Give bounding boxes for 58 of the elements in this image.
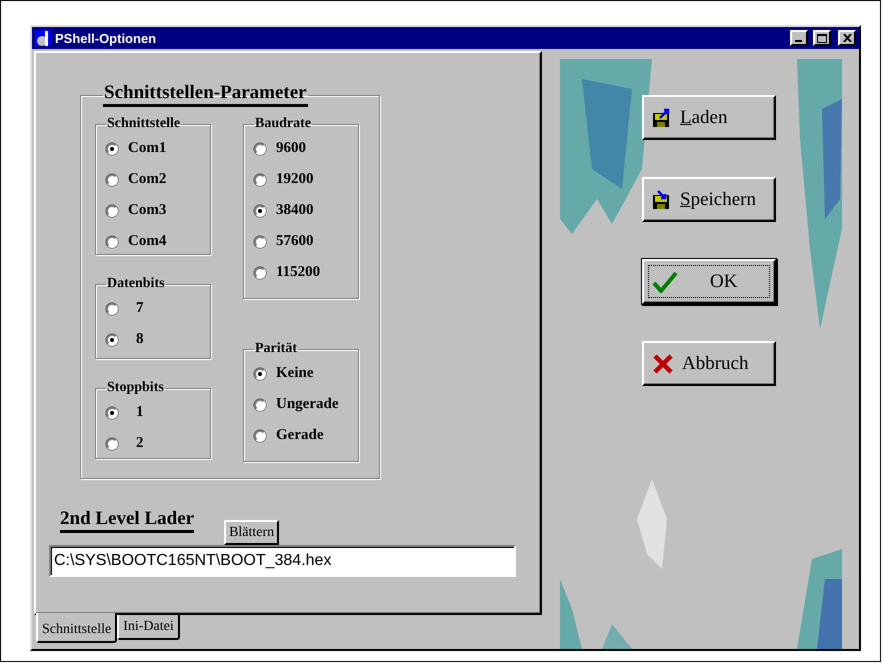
app-icon xyxy=(35,30,51,46)
dialog-button[interactable]: Speichern xyxy=(642,177,776,222)
radio-option[interactable]: Com2 xyxy=(106,164,208,195)
radio-button[interactable] xyxy=(106,334,118,346)
radio-option[interactable]: 57600 xyxy=(254,226,356,257)
radio-button[interactable] xyxy=(106,438,118,450)
radio-button[interactable] xyxy=(254,430,266,442)
maximize-button[interactable] xyxy=(813,30,831,46)
radio-button[interactable] xyxy=(254,266,266,278)
radio-option[interactable]: 8 xyxy=(106,324,208,355)
radio-button[interactable] xyxy=(254,368,266,380)
maximize-icon xyxy=(817,34,827,42)
window-title: PShell-Optionen xyxy=(55,30,158,46)
group-title: Stoppbits xyxy=(106,381,165,395)
cross-icon xyxy=(652,352,674,374)
radio-button[interactable] xyxy=(106,174,118,186)
dialog-button[interactable]: Abbruch xyxy=(642,341,776,386)
floppy-upload-icon xyxy=(652,108,672,128)
radio-button[interactable] xyxy=(254,204,266,216)
radio-button[interactable] xyxy=(106,236,118,248)
radio-option[interactable]: 19200 xyxy=(254,164,356,195)
radio-button[interactable] xyxy=(106,302,118,314)
group-title: Schnittstellen-Parameter xyxy=(103,83,308,107)
group-title: Schnittstelle xyxy=(106,117,182,131)
radio-option[interactable]: 2 xyxy=(106,428,208,459)
radio-option[interactable]: Gerade xyxy=(254,420,356,451)
close-icon xyxy=(842,34,852,42)
radio-option[interactable]: 7 xyxy=(106,293,208,324)
radio-option[interactable]: 115200 xyxy=(254,257,356,288)
radio-button[interactable] xyxy=(106,142,118,154)
radio-button[interactable] xyxy=(106,204,118,216)
checkmark-icon xyxy=(652,270,678,292)
tab[interactable]: Ini-Datei xyxy=(117,615,180,640)
radio-option[interactable]: Keine xyxy=(254,358,356,389)
radio-button[interactable] xyxy=(106,406,118,418)
group-title: Parität xyxy=(254,342,298,356)
radio-button[interactable] xyxy=(254,142,266,154)
floppy-download-icon xyxy=(652,190,672,210)
dialog-button[interactable]: Laden xyxy=(642,95,776,140)
radio-button[interactable] xyxy=(254,236,266,248)
close-button[interactable] xyxy=(838,30,856,46)
dialog-button[interactable]: OK xyxy=(642,259,776,304)
tab[interactable]: Schnittstelle xyxy=(36,613,118,643)
radio-option[interactable]: 38400 xyxy=(254,195,356,226)
radio-button[interactable] xyxy=(254,398,266,410)
group-title: Baudrate xyxy=(254,117,312,131)
radio-option[interactable]: Com4 xyxy=(106,226,208,257)
radio-option[interactable]: Ungerade xyxy=(254,389,356,420)
radio-option[interactable]: Com1 xyxy=(106,133,208,164)
browse-button[interactable]: Blättern xyxy=(224,520,280,545)
group-title: Datenbits xyxy=(106,277,166,291)
section-title: 2nd Level Lader xyxy=(60,509,194,533)
radio-option[interactable]: 9600 xyxy=(254,133,356,164)
radio-option[interactable]: 1 xyxy=(106,397,208,428)
minimize-button[interactable] xyxy=(790,30,808,46)
radio-option[interactable]: Com3 xyxy=(106,195,208,226)
radio-button[interactable] xyxy=(254,174,266,186)
path-field[interactable]: C:\SYS\BOOTC165NT\BOOT_384.hex xyxy=(49,545,516,577)
